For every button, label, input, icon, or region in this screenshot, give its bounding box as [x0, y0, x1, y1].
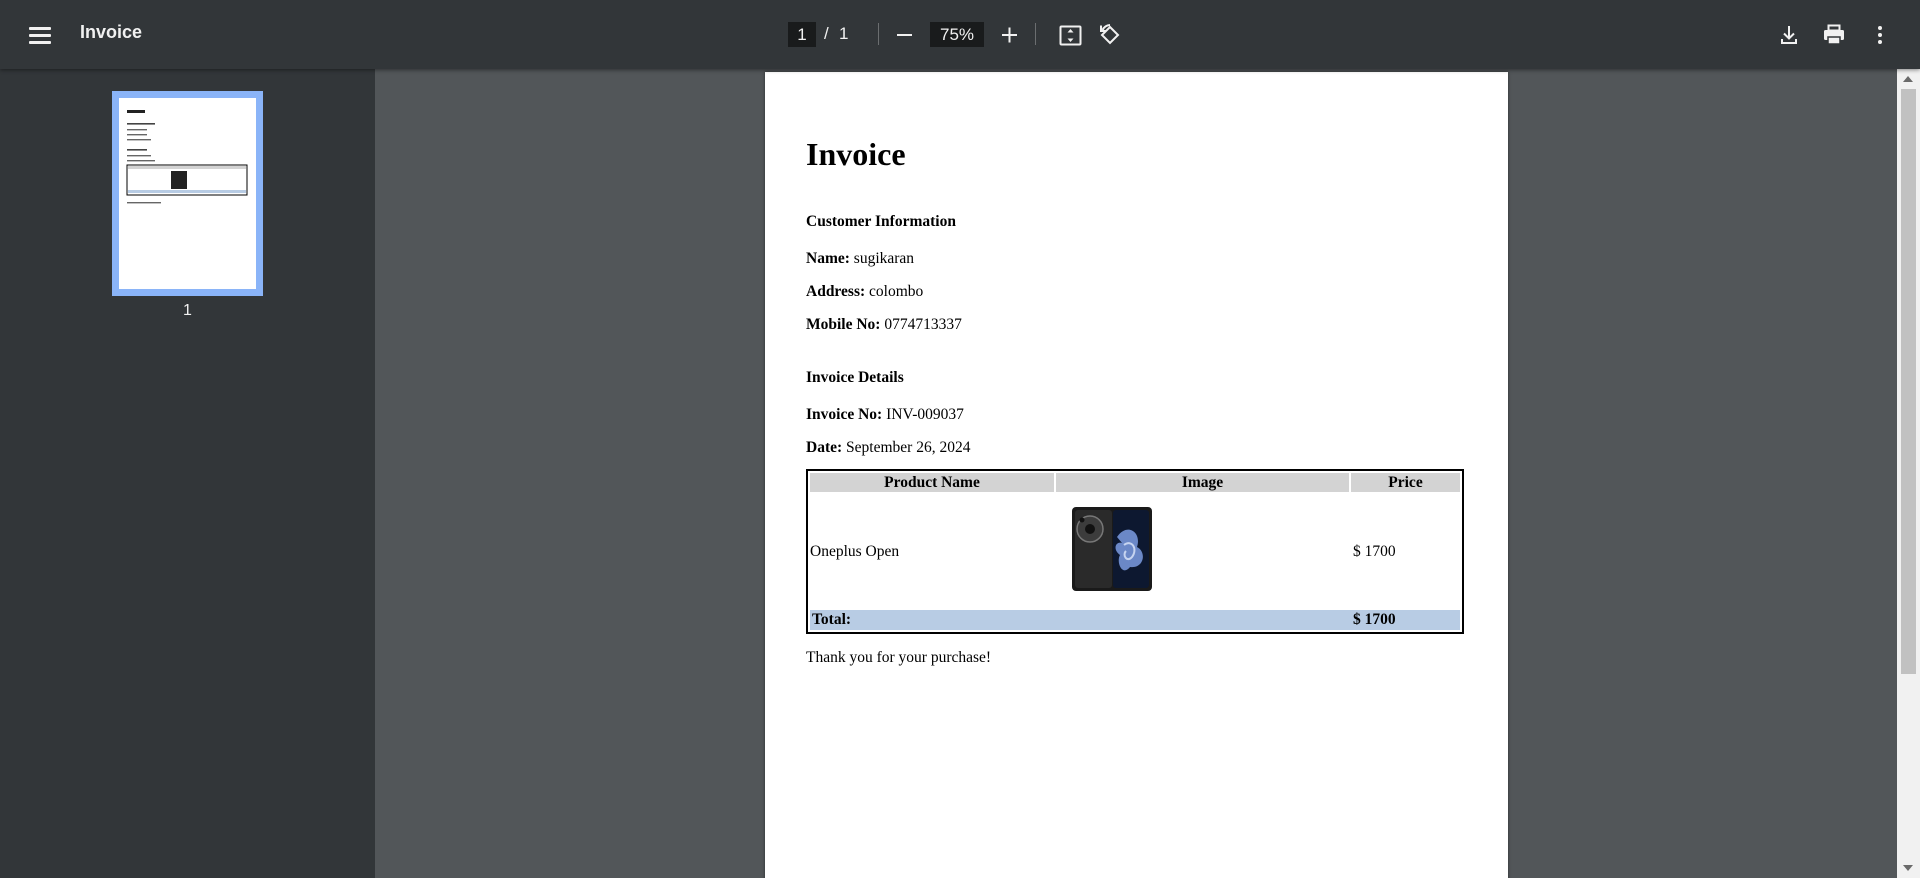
header-product-name: Product Name: [810, 473, 1054, 492]
scroll-up-arrow-icon[interactable]: [1903, 76, 1913, 82]
total-value: $ 1700: [1353, 611, 1396, 628]
scroll-down-arrow-icon[interactable]: [1903, 865, 1913, 871]
invoice-no-label: Invoice No:: [806, 406, 883, 423]
total-pages: 1: [839, 24, 849, 43]
header-image: Image: [1056, 473, 1349, 492]
fit-page-icon[interactable]: [1053, 18, 1087, 52]
invoice-no-value: INV-009037: [886, 406, 964, 423]
total-row: Total: $ 1700: [810, 610, 1460, 630]
menu-icon[interactable]: [22, 20, 58, 50]
scrollbar-thumb[interactable]: [1901, 89, 1916, 674]
zoom-out-icon[interactable]: [887, 18, 921, 52]
date-value: September 26, 2024: [846, 439, 971, 456]
download-icon[interactable]: [1772, 18, 1806, 52]
print-icon[interactable]: [1817, 18, 1851, 52]
thumbnail-page-preview: [119, 98, 256, 289]
customer-info-heading: Customer Information: [806, 213, 956, 230]
name-label: Name:: [806, 250, 850, 267]
page-number-input[interactable]: 1: [788, 22, 816, 47]
document-viewer: Invoice Customer Information Name: sugik…: [375, 69, 1920, 878]
rotate-icon[interactable]: [1093, 18, 1127, 52]
invoice-title: Invoice: [806, 136, 906, 172]
thank-you-message: Thank you for your purchase!: [806, 649, 992, 666]
customer-mobile: Mobile No: 0774713337: [806, 316, 962, 334]
row-price: $ 1700: [1353, 543, 1396, 560]
name-value: sugikaran: [853, 250, 915, 267]
toolbar-divider: [1035, 23, 1036, 45]
toolbar-divider: [878, 23, 879, 45]
document-title: Invoice: [80, 22, 143, 42]
address-value: colombo: [869, 283, 924, 300]
invoice-date: Date: September 26, 2024: [806, 439, 970, 457]
pdf-page: Invoice Customer Information Name: sugik…: [765, 72, 1508, 878]
pdf-toolbar: Invoice 1 / 1 75%: [0, 0, 1920, 69]
customer-name: Name: sugikaran: [806, 250, 914, 268]
date-label: Date:: [806, 439, 843, 456]
zoom-level-input[interactable]: 75%: [930, 22, 984, 47]
page-thumbnail[interactable]: [112, 91, 263, 296]
mobile-label: Mobile No:: [806, 316, 881, 333]
invoice-table: Product Name Image Price Oneplus Open $ …: [806, 469, 1464, 634]
thumbnail-sidebar: 1: [0, 69, 375, 878]
total-label: Total:: [812, 611, 852, 628]
product-image: [1072, 507, 1152, 596]
address-label: Address:: [806, 283, 866, 300]
invoice-details-heading: Invoice Details: [806, 369, 904, 386]
mobile-value: 0774713337: [884, 316, 962, 333]
thumbnail-page-number: 1: [183, 302, 192, 319]
customer-address: Address: colombo: [806, 283, 923, 301]
zoom-in-icon[interactable]: [992, 18, 1026, 52]
more-vert-icon[interactable]: [1863, 18, 1897, 52]
vertical-scrollbar[interactable]: [1897, 69, 1920, 878]
page-separator: /: [824, 24, 829, 43]
row-product-name: Oneplus Open: [810, 543, 900, 560]
invoice-number: Invoice No: INV-009037: [806, 406, 964, 424]
header-price: Price: [1351, 473, 1460, 492]
